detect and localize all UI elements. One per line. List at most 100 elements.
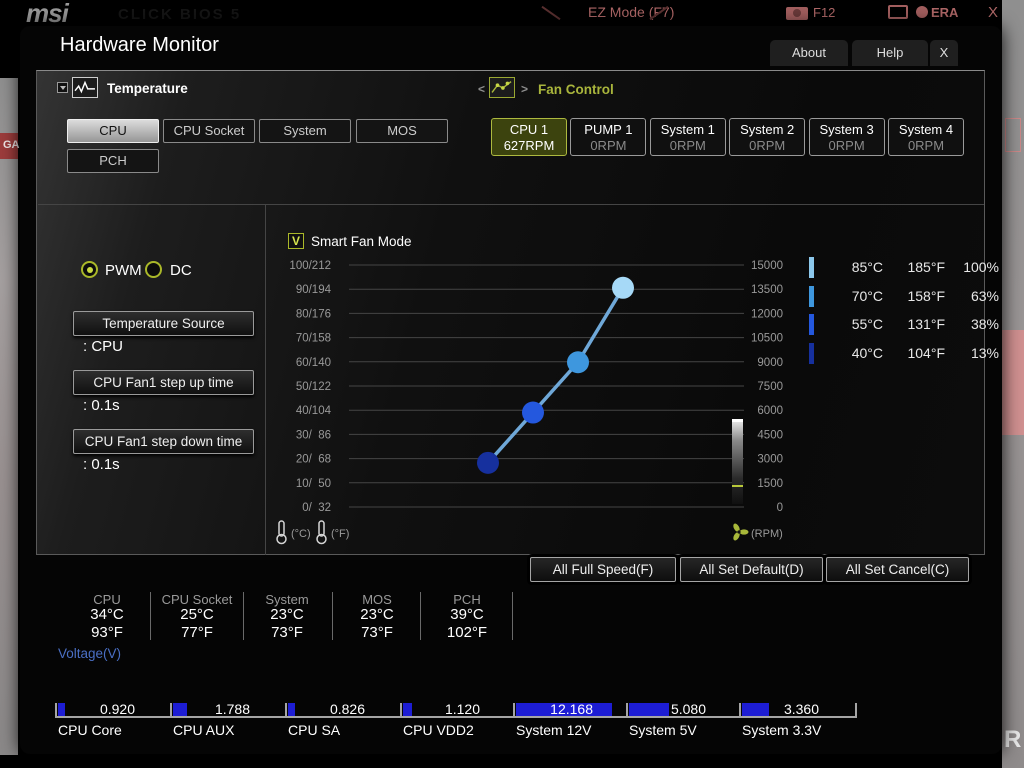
legend-temp-c: 70°C [851, 287, 883, 304]
temp-tab-pch[interactable]: PCH [67, 149, 159, 173]
legend-temp-c: 40°C [851, 344, 883, 361]
voltage-label-cpu-vdd2: CPU VDD2 [403, 722, 474, 738]
temp-tab-cpu[interactable]: CPU [67, 119, 159, 143]
left-axis-tick: 100/212 [289, 260, 331, 272]
voltage-label-cpu-core: CPU Core [58, 722, 122, 738]
fan-curve-chart: 100/212 1500090/194 1350080/176 1200070/158… [276, 260, 783, 545]
help-button[interactable]: Help [852, 40, 928, 66]
dc-radio[interactable] [145, 261, 162, 278]
window-close-button[interactable]: X [930, 40, 958, 66]
fan-tab-rpm: 627RPM [503, 138, 555, 153]
legend-temp-f: 158°F [907, 287, 945, 304]
legend-temp-f: 104°F [907, 344, 945, 361]
pwm-radio-dot [86, 266, 93, 273]
status-temp-label: System [265, 592, 309, 607]
next-arrow-icon[interactable]: > [521, 82, 528, 96]
fan-tab-cpu-1[interactable]: CPU 1 627RPM [491, 118, 567, 156]
pwm-radio[interactable] [81, 261, 98, 278]
legend-color-bar [809, 314, 814, 335]
fan-tab-name: PUMP 1 [584, 122, 633, 137]
language-icon[interactable] [916, 6, 928, 18]
collapse-icon[interactable] [57, 82, 68, 93]
right-axis-tick: 9000 [757, 357, 783, 369]
right-axis-tick: 15000 [751, 260, 783, 272]
divider [265, 205, 266, 555]
left-axis-tick: 20/ 68 [296, 454, 331, 466]
fan-tab-rpm: 0RPM [590, 138, 627, 153]
temperature-source-button[interactable]: Temperature Source [73, 311, 254, 336]
voltage-label-system-12v: System 12V [516, 722, 592, 738]
legend-color-bar [809, 257, 814, 278]
status-temp-fahrenheit: 102°F [446, 624, 488, 641]
fan-curve-point[interactable] [567, 351, 589, 374]
smart-fan-label: Smart Fan Mode [311, 234, 412, 249]
fan-tab-system-4[interactable]: System 4 0RPM [888, 118, 964, 156]
fahrenheit-unit-label: (°F) [331, 528, 349, 540]
bios-name: CLICK BIOS 5 [118, 6, 242, 23]
voltage-label-cpu-aux: CPU AUX [173, 722, 235, 738]
window-title: Hardware Monitor [60, 34, 219, 56]
right-axis-tick: 6000 [757, 405, 783, 417]
msi-logo: msi [26, 0, 69, 28]
status-temp-celsius: 39°C [450, 606, 484, 623]
voltage-tick [170, 703, 172, 718]
left-axis-tick: 50/122 [296, 381, 331, 393]
voltage-value-system-3-3v: 3.360 [783, 701, 819, 717]
left-axis-tick: 60/140 [296, 357, 331, 369]
prev-arrow-icon[interactable]: < [478, 82, 485, 96]
right-axis-tick: 7500 [757, 381, 783, 393]
fan-tab-pump-1[interactable]: PUMP 1 0RPM [570, 118, 647, 156]
fan-tab-system-3[interactable]: System 3 0RPM [808, 118, 885, 156]
status-temp-label: CPU Socket [161, 592, 233, 607]
status-separator [243, 592, 244, 640]
screenshot-icon[interactable] [786, 7, 808, 20]
fan-tab-system-2[interactable]: System 2 0RPM [729, 118, 806, 156]
fan-control-section-title: Fan Control [538, 82, 614, 97]
temperature-graph-icon [72, 77, 98, 98]
left-axis-tick: 90/194 [296, 284, 332, 296]
right-axis-tick: 4500 [757, 429, 783, 441]
fan-curve-point[interactable] [522, 401, 544, 424]
fan-tab-name: System 2 [740, 122, 795, 137]
status-separator [512, 592, 513, 640]
fan-curve-point[interactable] [477, 451, 499, 474]
temp-tab-cpu-socket[interactable]: CPU Socket [163, 119, 255, 143]
display-icon[interactable] [888, 5, 908, 19]
era-label: ERA [931, 5, 959, 20]
right-axis-tick: 1500 [757, 478, 783, 490]
f12-label: F12 [813, 5, 836, 20]
status-temp-celsius: 23°C [360, 606, 394, 623]
fan-tab-name: CPU 1 [509, 122, 549, 137]
all-full-speed-button[interactable]: All Full Speed(F) [530, 557, 676, 582]
about-button[interactable]: About [770, 40, 848, 66]
background-outline-box [1005, 118, 1021, 152]
background-left-panel [0, 78, 18, 755]
cpu-fan1-step-up-time-button[interactable]: CPU Fan1 step up time [73, 370, 254, 395]
fan-curve-point[interactable] [612, 276, 634, 299]
fan-tab-rpm: 0RPM [907, 138, 945, 153]
temp-tab-system[interactable]: System [259, 119, 351, 143]
voltage-value-cpu-aux: 1.788 [214, 701, 250, 717]
voltage-tick [855, 703, 857, 718]
voltage-value-cpu-vdd2: 1.120 [444, 701, 480, 717]
bios-close-button[interactable]: X [988, 4, 998, 21]
smart-fan-checkbox[interactable]: V [288, 233, 304, 249]
voltage-tick [739, 703, 741, 718]
fan-tab-system-1[interactable]: System 1 0RPM [649, 118, 726, 156]
legend-duty-pct: 63% [970, 287, 999, 304]
cpu-fan1-step-down-time-button[interactable]: CPU Fan1 step down time [73, 429, 254, 454]
legend-temp-f: 131°F [907, 316, 945, 332]
voltage-tick [285, 703, 287, 718]
status-temp-celsius: 23°C [270, 606, 304, 623]
all-set-default-button[interactable]: All Set Default(D) [680, 557, 823, 582]
legend-color-bar [809, 342, 814, 364]
background-letter: R [1004, 726, 1022, 753]
status-separator [150, 592, 151, 640]
status-temp-label: CPU [93, 592, 121, 607]
legend-temp-c: 85°C [851, 259, 883, 275]
fan-tab-rpm: 0RPM [828, 138, 865, 153]
voltage-label-system-3-3v: System 3.3V [742, 722, 822, 738]
monitor-panel: Temperature < > Fan Control PWM DC V Sma… [36, 70, 999, 555]
all-set-cancel-button[interactable]: All Set Cancel(C) [826, 557, 969, 582]
temp-tab-mos[interactable]: MOS [356, 119, 448, 143]
